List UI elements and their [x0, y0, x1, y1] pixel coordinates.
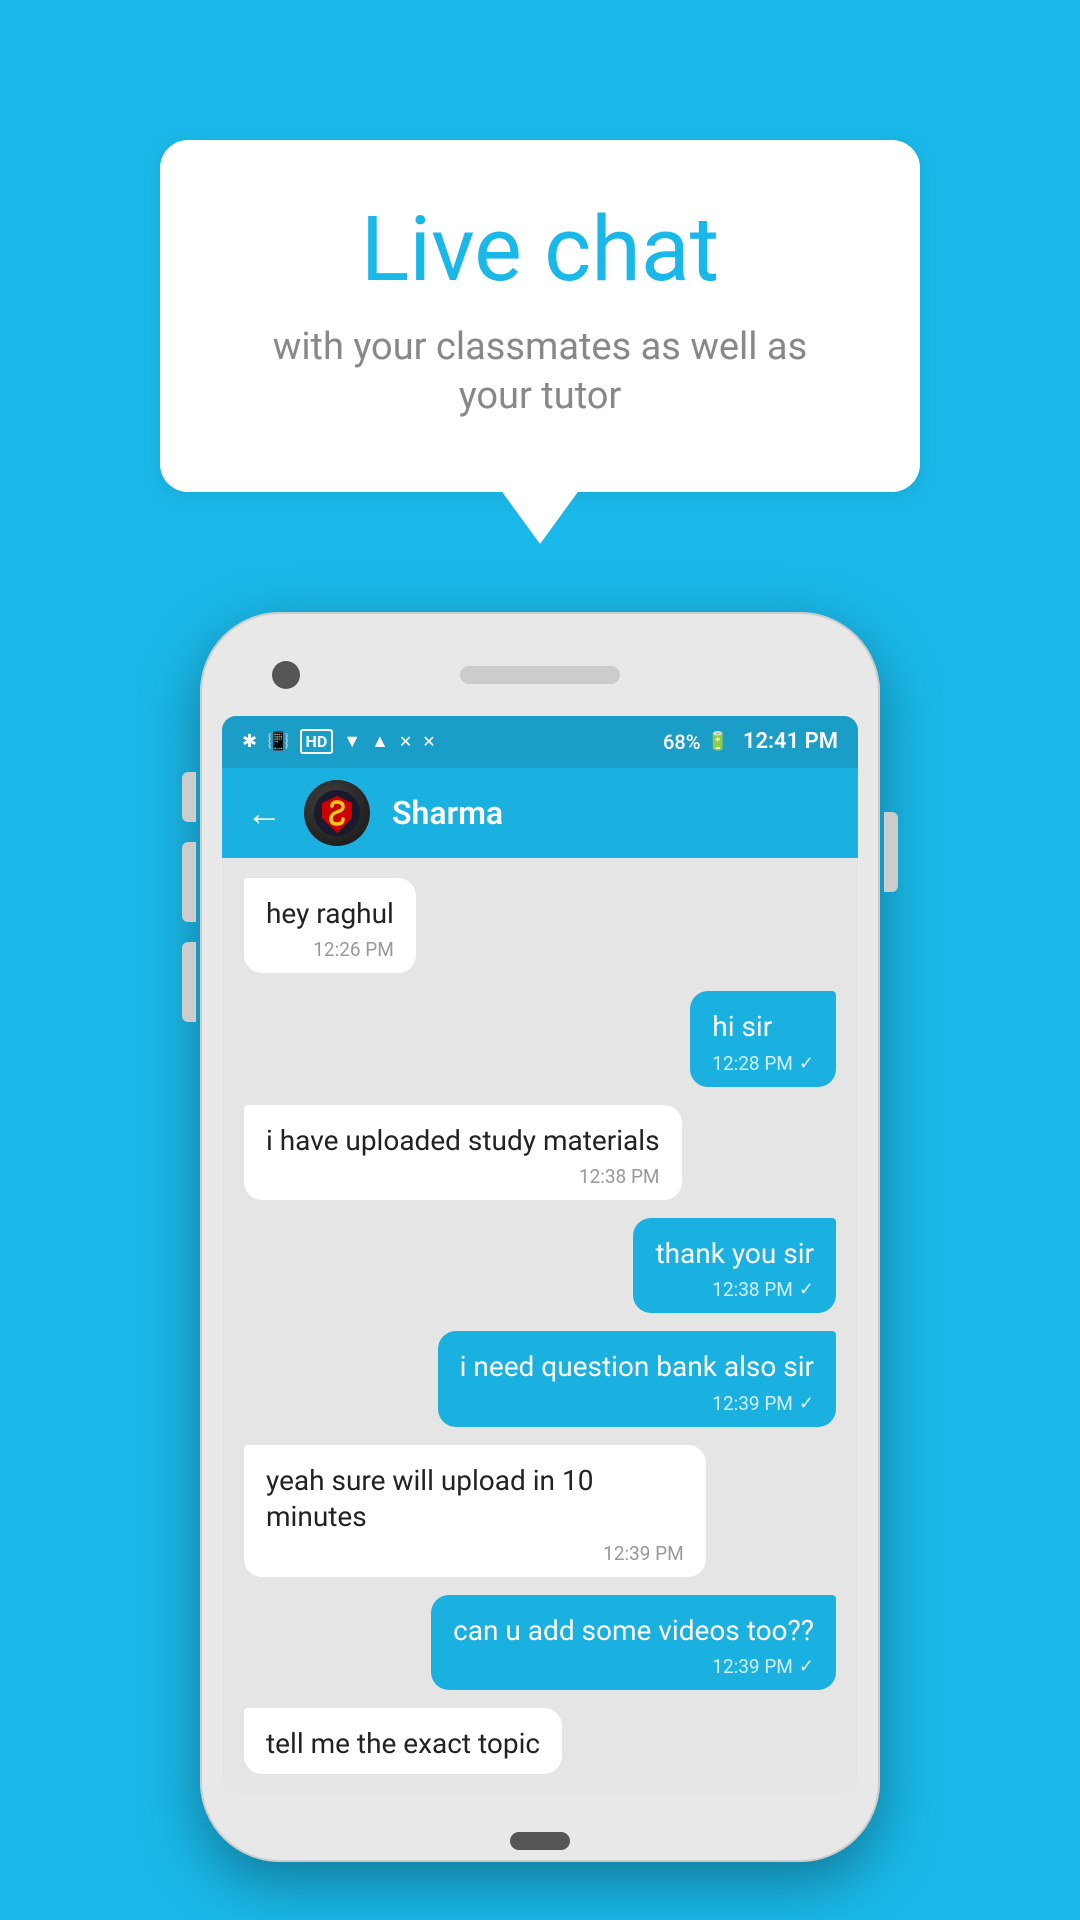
message-bubble-incoming: yeah sure will upload in 10 minutes 12:3… [244, 1445, 706, 1577]
power-button [884, 812, 898, 892]
message-tick-icon: ✓ [799, 1053, 814, 1074]
background: Live chat with your classmates as well a… [0, 0, 1080, 1920]
phone-top [222, 640, 858, 710]
message-row: tell me the exact topic [244, 1708, 836, 1774]
phone-outer: ✱ 📳 HD ▼ ▲ ✕ ✕ 68% 🔋 12:41 PM [200, 612, 880, 1863]
x-icon-1: ✕ [399, 732, 412, 751]
message-meta: 12:38 PM ✓ [655, 1278, 814, 1301]
message-row: i need question bank also sir 12:39 PM ✓ [244, 1331, 836, 1426]
x-icon-2: ✕ [422, 732, 435, 751]
message-meta: 12:26 PM [266, 938, 394, 961]
message-text: thank you sir [655, 1236, 814, 1272]
message-meta: 12:28 PM ✓ [712, 1052, 814, 1075]
avatar-image [304, 780, 370, 846]
message-tick-icon: ✓ [799, 1656, 814, 1677]
hd-icon: HD [300, 729, 334, 754]
message-bubble-outgoing: can u add some videos too?? 12:39 PM ✓ [431, 1595, 836, 1690]
message-row: hi sir 12:28 PM ✓ [244, 991, 836, 1086]
camera-button [182, 942, 196, 1022]
front-camera [272, 661, 300, 689]
message-bubble-incoming: hey raghul 12:26 PM [244, 878, 416, 973]
message-row: can u add some videos too?? 12:39 PM ✓ [244, 1595, 836, 1690]
message-row: yeah sure will upload in 10 minutes 12:3… [244, 1445, 836, 1577]
message-text: i have uploaded study materials [266, 1123, 660, 1159]
message-text: hi sir [712, 1009, 814, 1045]
signal-icon: ▲ [371, 731, 389, 752]
message-row: thank you sir 12:38 PM ✓ [244, 1218, 836, 1313]
chat-body: hey raghul 12:26 PM hi sir 12:28 PM [222, 858, 858, 1795]
battery-percent: 68% [663, 730, 700, 754]
message-bubble-outgoing: thank you sir 12:38 PM ✓ [633, 1218, 836, 1313]
message-bubble-outgoing: i need question bank also sir 12:39 PM ✓ [438, 1331, 836, 1426]
message-meta: 12:39 PM ✓ [460, 1392, 814, 1415]
message-tick-icon: ✓ [799, 1279, 814, 1300]
message-row: i have uploaded study materials 12:38 PM [244, 1105, 836, 1200]
avatar [304, 780, 370, 846]
message-meta: 12:38 PM [266, 1165, 660, 1188]
bubble-subtitle: with your classmates as well as your tut… [240, 323, 840, 422]
message-time: 12:38 PM [712, 1278, 793, 1301]
message-tick-icon: ✓ [799, 1393, 814, 1414]
phone-mockup: ✱ 📳 HD ▼ ▲ ✕ ✕ 68% 🔋 12:41 PM [200, 612, 880, 1863]
battery-icon: 🔋 [706, 731, 728, 752]
message-time: 12:38 PM [579, 1165, 660, 1188]
message-text: can u add some videos too?? [453, 1613, 814, 1649]
status-bar: ✱ 📳 HD ▼ ▲ ✕ ✕ 68% 🔋 12:41 PM [222, 716, 858, 768]
message-bubble-outgoing: hi sir 12:28 PM ✓ [690, 991, 836, 1086]
volume-down-button [182, 842, 196, 922]
message-time: 12:28 PM [712, 1052, 793, 1075]
message-time: 12:26 PM [313, 938, 394, 961]
message-text: i need question bank also sir [460, 1349, 814, 1385]
chat-header: ← Sharma [222, 768, 858, 858]
speech-bubble: Live chat with your classmates as well a… [160, 140, 920, 492]
vibrate-icon: 📳 [267, 731, 289, 752]
message-text: yeah sure will upload in 10 minutes [266, 1463, 684, 1536]
message-time: 12:39 PM [603, 1542, 684, 1565]
message-text: tell me the exact topic [266, 1726, 540, 1762]
back-button[interactable]: ← [246, 792, 282, 834]
message-text: hey raghul [266, 896, 394, 932]
message-time: 12:39 PM [712, 1655, 793, 1678]
chat-contact-name: Sharma [392, 794, 503, 832]
phone-screen: ✱ 📳 HD ▼ ▲ ✕ ✕ 68% 🔋 12:41 PM [222, 716, 858, 1795]
message-row: hey raghul 12:26 PM [244, 878, 836, 973]
message-meta: 12:39 PM ✓ [453, 1655, 814, 1678]
home-button[interactable] [510, 1832, 570, 1850]
message-bubble-incoming: i have uploaded study materials 12:38 PM [244, 1105, 682, 1200]
bubble-title: Live chat [240, 200, 840, 299]
volume-up-button [182, 772, 196, 822]
bluetooth-icon: ✱ [242, 731, 257, 752]
message-meta: 12:39 PM [266, 1542, 684, 1565]
status-time: 12:41 PM [743, 729, 838, 754]
phone-bottom [222, 1794, 858, 1834]
status-right-info: 68% 🔋 12:41 PM [663, 729, 838, 754]
message-time: 12:39 PM [712, 1392, 793, 1415]
message-bubble-incoming: tell me the exact topic [244, 1708, 562, 1774]
status-left-icons: ✱ 📳 HD ▼ ▲ ✕ ✕ [242, 729, 436, 754]
earpiece-speaker [460, 666, 620, 684]
wifi-icon: ▼ [343, 731, 361, 752]
